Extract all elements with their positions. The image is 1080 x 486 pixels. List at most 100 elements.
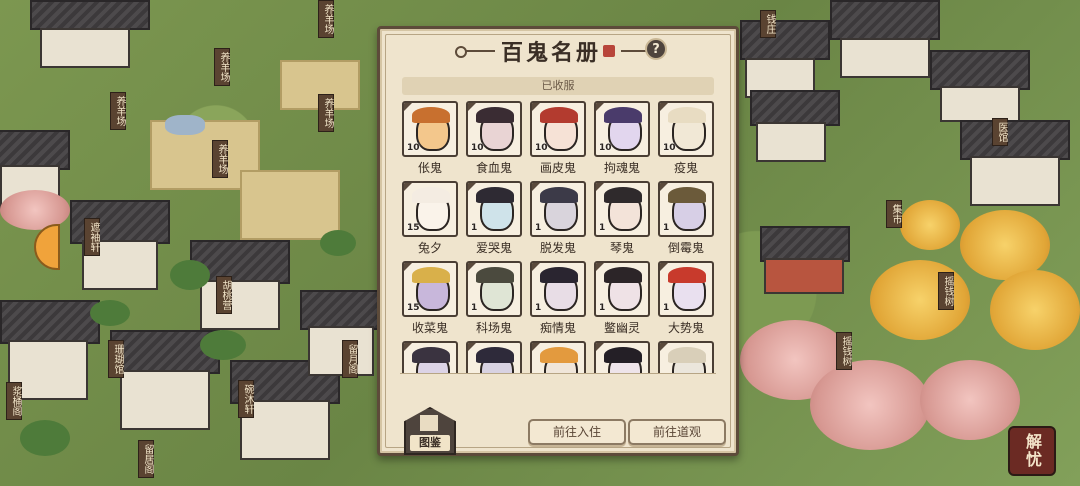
corner-tab-icon	[660, 343, 670, 353]
ghost-card[interactable]: 1 琴鬼	[594, 181, 650, 257]
ghost-list[interactable]: 已收服 10 伥鬼 10 食血鬼 10 画皮鬼 10 拘魂鬼 10 疫鬼 15 兔夕 1 爱哭鬼 1 脱发鬼 1…	[400, 77, 716, 373]
ghost-card[interactable]	[658, 341, 714, 373]
building-sign[interactable]: 摇钱树	[938, 272, 954, 310]
ghost-card[interactable]: 1 倒霉鬼	[658, 181, 714, 257]
ghost-card[interactable]: 1 爱哭鬼	[466, 181, 522, 257]
seal-icon	[603, 45, 615, 57]
panel-title: 百鬼名册	[500, 40, 601, 66]
building-sign[interactable]: 医馆	[992, 118, 1008, 146]
ghost-portrait: 1	[530, 261, 586, 317]
bush	[170, 260, 210, 290]
building-sign[interactable]: 胡桃营	[216, 276, 232, 314]
ghost-portrait: 1	[466, 261, 522, 317]
ghost-portrait: 1	[594, 181, 650, 237]
ghost-name: 疫鬼	[673, 161, 698, 175]
bush	[20, 420, 70, 456]
house	[120, 370, 210, 430]
side-tab-button[interactable]	[34, 224, 60, 270]
house	[756, 122, 826, 162]
ghost-card[interactable]: 1 科场鬼	[466, 261, 522, 337]
ghost-card[interactable]: 1 大势鬼	[658, 261, 714, 337]
ghost-name: 痴情鬼	[539, 321, 576, 335]
ghost-card[interactable]	[594, 341, 650, 373]
ghost-level: 10	[535, 143, 548, 153]
building-sign[interactable]: 留居阁	[138, 440, 154, 478]
building-sign[interactable]: 遮袖轩	[84, 218, 100, 256]
ghost-card[interactable]	[530, 341, 586, 373]
ghost-portrait	[594, 341, 650, 373]
roof	[0, 130, 70, 170]
building-sign[interactable]: 养羊场	[318, 94, 334, 132]
corner-tab-icon	[596, 183, 606, 193]
ghost-level: 15	[407, 223, 420, 233]
building-sign[interactable]: 珊瑚馆	[108, 340, 124, 378]
building-sign[interactable]: 浆桶阁	[6, 382, 22, 420]
blossom-tree	[810, 360, 930, 450]
building-sign[interactable]: 钱庄	[760, 10, 776, 38]
ghost-level: 10	[663, 143, 676, 153]
building-sign[interactable]: 留月阁	[342, 340, 358, 378]
ghost-card[interactable]: 10 食血鬼	[466, 101, 522, 177]
building-sign[interactable]: 集市	[886, 200, 902, 228]
corner-tab-icon	[532, 183, 542, 193]
corner-tab-icon	[404, 343, 414, 353]
goto-residence-button[interactable]: 前往入住	[528, 419, 626, 445]
corner-tab-icon	[532, 103, 542, 113]
ghost-roster-panel: 百鬼名册 ? 已收服 10 伥鬼 10 食血鬼 10 画皮鬼 10 拘魂鬼 10 疫鬼 15 兔夕 1 爱…	[377, 26, 739, 456]
building-sign[interactable]: 养羊场	[318, 0, 334, 38]
building-sign[interactable]: 摇钱树	[836, 332, 852, 370]
ghost-card[interactable]: 15 兔夕	[402, 181, 458, 257]
corner-tab-icon	[596, 103, 606, 113]
roof	[300, 290, 380, 330]
ghost-portrait: 1	[658, 261, 714, 317]
building-sign[interactable]: 养羊场	[212, 140, 228, 178]
ghost-card[interactable]	[466, 341, 522, 373]
ghost-card[interactable]: 1 脱发鬼	[530, 181, 586, 257]
ghost-card[interactable]	[402, 341, 458, 373]
ghost-name: 倒霉鬼	[667, 241, 704, 255]
list-divider	[400, 373, 716, 377]
ghost-card[interactable]: 15 收菜鬼	[402, 261, 458, 337]
corner-tab-icon	[404, 103, 414, 113]
ghost-level: 1	[535, 303, 542, 313]
goto-temple-button[interactable]: 前往道观	[628, 419, 726, 445]
ghost-name: 伥鬼	[417, 161, 442, 175]
ghost-level: 15	[407, 303, 420, 313]
ghost-level: 10	[599, 143, 612, 153]
ghost-card[interactable]: 10 疫鬼	[658, 101, 714, 177]
building-sign[interactable]: 碗沐轩	[238, 380, 254, 418]
ghost-portrait: 15	[402, 181, 458, 237]
help-button[interactable]: ?	[645, 38, 667, 60]
corner-tab-icon	[532, 263, 542, 273]
ghost-card[interactable]: 1 痴情鬼	[530, 261, 586, 337]
building-sign[interactable]: 养羊场	[110, 92, 126, 130]
album-label: 图鉴	[410, 435, 450, 451]
ghost-portrait: 10	[530, 101, 586, 157]
jieyou-button[interactable]: 解忧	[1008, 426, 1056, 476]
corner-tab-icon	[660, 263, 670, 273]
building-sign[interactable]: 养羊场	[214, 48, 230, 86]
ghost-portrait	[658, 341, 714, 373]
ghost-level: 10	[407, 143, 420, 153]
corner-tab-icon	[468, 183, 478, 193]
ghost-name: 爱哭鬼	[475, 241, 512, 255]
ghost-card[interactable]: 10 画皮鬼	[530, 101, 586, 177]
gold-tree	[870, 260, 970, 340]
roof	[760, 226, 850, 262]
house	[40, 28, 130, 68]
ghost-level: 1	[535, 223, 542, 233]
ghost-name: 食血鬼	[475, 161, 512, 175]
house	[840, 38, 930, 78]
album-button[interactable]: 图鉴	[404, 407, 456, 455]
roof	[0, 300, 100, 344]
ghost-card[interactable]: 1 鳖幽灵	[594, 261, 650, 337]
gold-tree	[990, 270, 1080, 350]
ghost-name: 画皮鬼	[539, 161, 576, 175]
ghost-card[interactable]: 10 伥鬼	[402, 101, 458, 177]
ghost-card[interactable]: 10 拘魂鬼	[594, 101, 650, 177]
ghost-portrait: 1	[658, 181, 714, 237]
corner-tab-icon	[404, 183, 414, 193]
corner-tab-icon	[468, 343, 478, 353]
roof	[930, 50, 1030, 90]
roof	[750, 90, 840, 126]
